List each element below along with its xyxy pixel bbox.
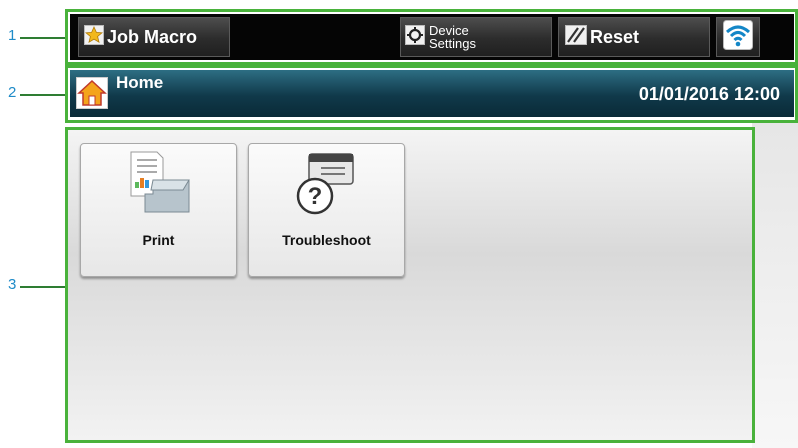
top-toolbar: Job Macro Device Settings Reset: [70, 14, 794, 60]
job-macro-label: Job Macro: [107, 26, 198, 47]
callout-line-3: [20, 286, 66, 288]
device-settings-button[interactable]: Device Settings: [400, 17, 552, 57]
print-tile[interactable]: Print: [80, 143, 237, 277]
page-title: Home: [116, 73, 164, 92]
wifi-button[interactable]: [716, 17, 760, 57]
right-margin-area: [752, 123, 798, 448]
print-icon: [130, 151, 190, 213]
svg-text:?: ?: [308, 183, 323, 210]
callout-number-1: 1: [8, 27, 17, 44]
home-header-bar: Home 01/01/2016 12:00: [70, 70, 794, 117]
print-tile-label: Print: [142, 232, 175, 248]
reset-label: Reset: [590, 26, 640, 47]
callout-line-2: [20, 94, 67, 96]
main-panel: Print ? Troubleshoot: [68, 130, 752, 440]
reset-icon: [565, 24, 587, 50]
gear-icon: [405, 24, 425, 50]
job-macro-button[interactable]: Job Macro: [78, 17, 230, 57]
callout-number-3: 3: [8, 276, 17, 293]
wifi-icon: [723, 19, 753, 55]
troubleshoot-tile-label: Troubleshoot: [282, 232, 371, 248]
troubleshoot-tile[interactable]: ? Troubleshoot: [248, 143, 405, 277]
troubleshoot-icon: ?: [296, 153, 354, 215]
callout-line-1: [20, 37, 67, 39]
device-settings-label-line2: Settings: [429, 36, 476, 51]
star-icon: [84, 24, 104, 50]
home-icon[interactable]: [76, 77, 108, 109]
datetime-display: 01/01/2016 12:00: [638, 84, 780, 104]
reset-button[interactable]: Reset: [558, 17, 710, 57]
callout-number-2: 2: [8, 84, 17, 101]
